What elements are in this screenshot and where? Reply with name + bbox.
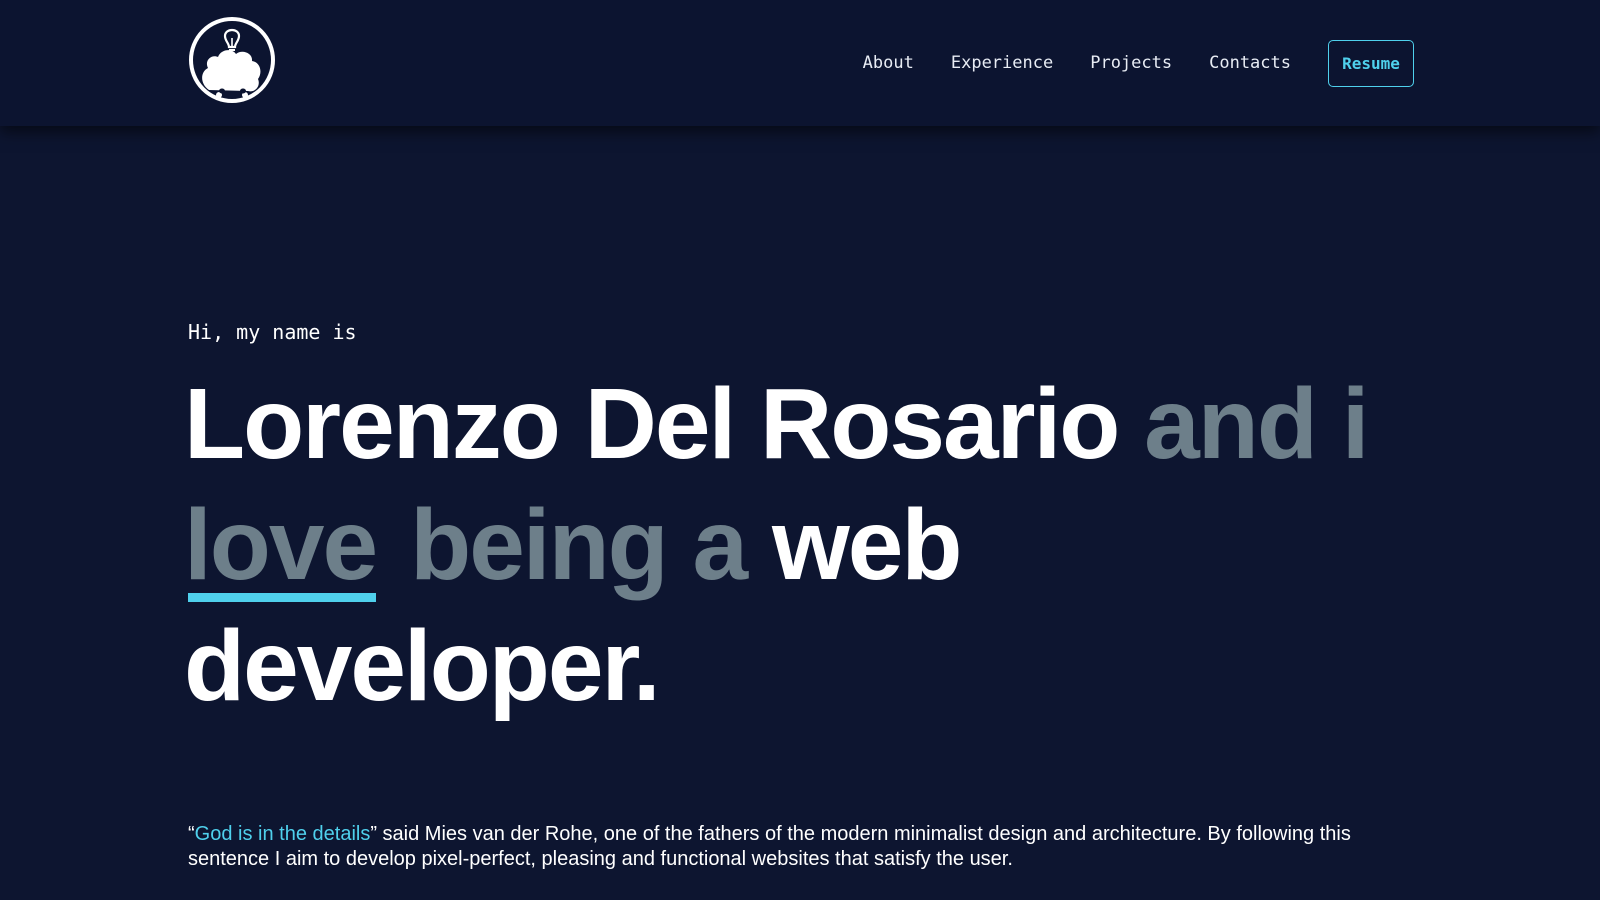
resume-button[interactable]: Resume (1328, 39, 1414, 87)
nav-experience[interactable]: Experience (951, 53, 1053, 73)
lightbulb-head-icon[interactable] (188, 16, 276, 104)
headline-end-1: web (771, 489, 962, 601)
quote-highlight: God is in the details (194, 823, 371, 845)
headline-end-2: developer. (184, 610, 661, 722)
headline-muted-1: and i (1144, 368, 1369, 480)
greeting-text: Hi, my name is (188, 320, 357, 344)
headline-underlined-love: love (184, 485, 378, 606)
headline-muted-2: being a (410, 489, 748, 601)
top-navbar: About Experience Projects Contacts Resum… (0, 0, 1600, 126)
main-nav: About Experience Projects Contacts Resum… (826, 38, 1414, 88)
nav-contacts[interactable]: Contacts (1209, 53, 1291, 73)
hero-headline: Lorenzo Del Rosario and i love being a we… (184, 364, 1424, 727)
nav-about[interactable]: About (863, 53, 914, 73)
nav-projects[interactable]: Projects (1090, 53, 1172, 73)
hero-quote: “God is in the details” said Mies van de… (188, 822, 1388, 872)
hero-name: Lorenzo Del Rosario (184, 368, 1120, 480)
quote-open-mark: “ (188, 823, 195, 845)
